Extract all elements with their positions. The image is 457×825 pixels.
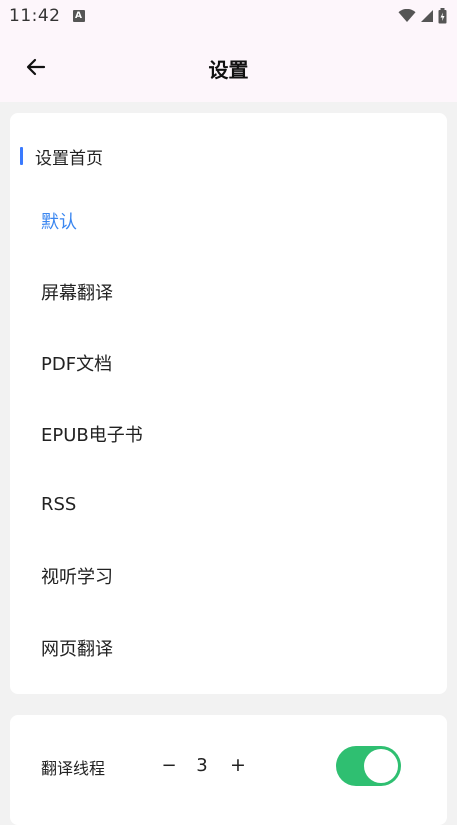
- status-time: 11:42: [9, 6, 61, 26]
- option-web-translate[interactable]: 网页翻译: [41, 635, 113, 665]
- section-accent-bar: [20, 147, 23, 165]
- toggle-knob: [364, 749, 398, 783]
- battery-icon: [438, 8, 447, 24]
- option-audio-visual[interactable]: 视听学习: [41, 563, 113, 593]
- signal-icon: [421, 10, 433, 22]
- status-bar: 11:42 A: [0, 0, 457, 32]
- app-bar: 设置: [0, 32, 457, 102]
- status-left: 11:42 A: [9, 6, 85, 26]
- home-settings-card: 设置首页 默认 屏幕翻译 PDF文档 EPUB电子书 RSS 视听学习 网页翻译: [10, 113, 447, 694]
- status-right: [398, 8, 447, 24]
- thread-label: 翻译线程: [41, 759, 106, 778]
- thread-count-value: 3: [196, 754, 208, 776]
- a-icon: A: [72, 10, 85, 22]
- section-header: 设置首页: [20, 145, 103, 169]
- decrement-button[interactable]: −: [155, 751, 183, 779]
- option-epub[interactable]: EPUB电子书: [41, 421, 143, 451]
- option-default[interactable]: 默认: [41, 208, 77, 238]
- section-title: 设置首页: [35, 148, 103, 169]
- option-rss[interactable]: RSS: [41, 490, 76, 520]
- option-screen-translate[interactable]: 屏幕翻译: [41, 279, 113, 309]
- wifi-icon: [398, 9, 416, 22]
- thread-toggle-switch[interactable]: [336, 746, 401, 786]
- page-title: 设置: [208, 58, 249, 82]
- thread-settings-card: 翻译线程 − 3 +: [10, 715, 447, 825]
- option-pdf[interactable]: PDF文档: [41, 350, 112, 380]
- increment-button[interactable]: +: [224, 751, 252, 779]
